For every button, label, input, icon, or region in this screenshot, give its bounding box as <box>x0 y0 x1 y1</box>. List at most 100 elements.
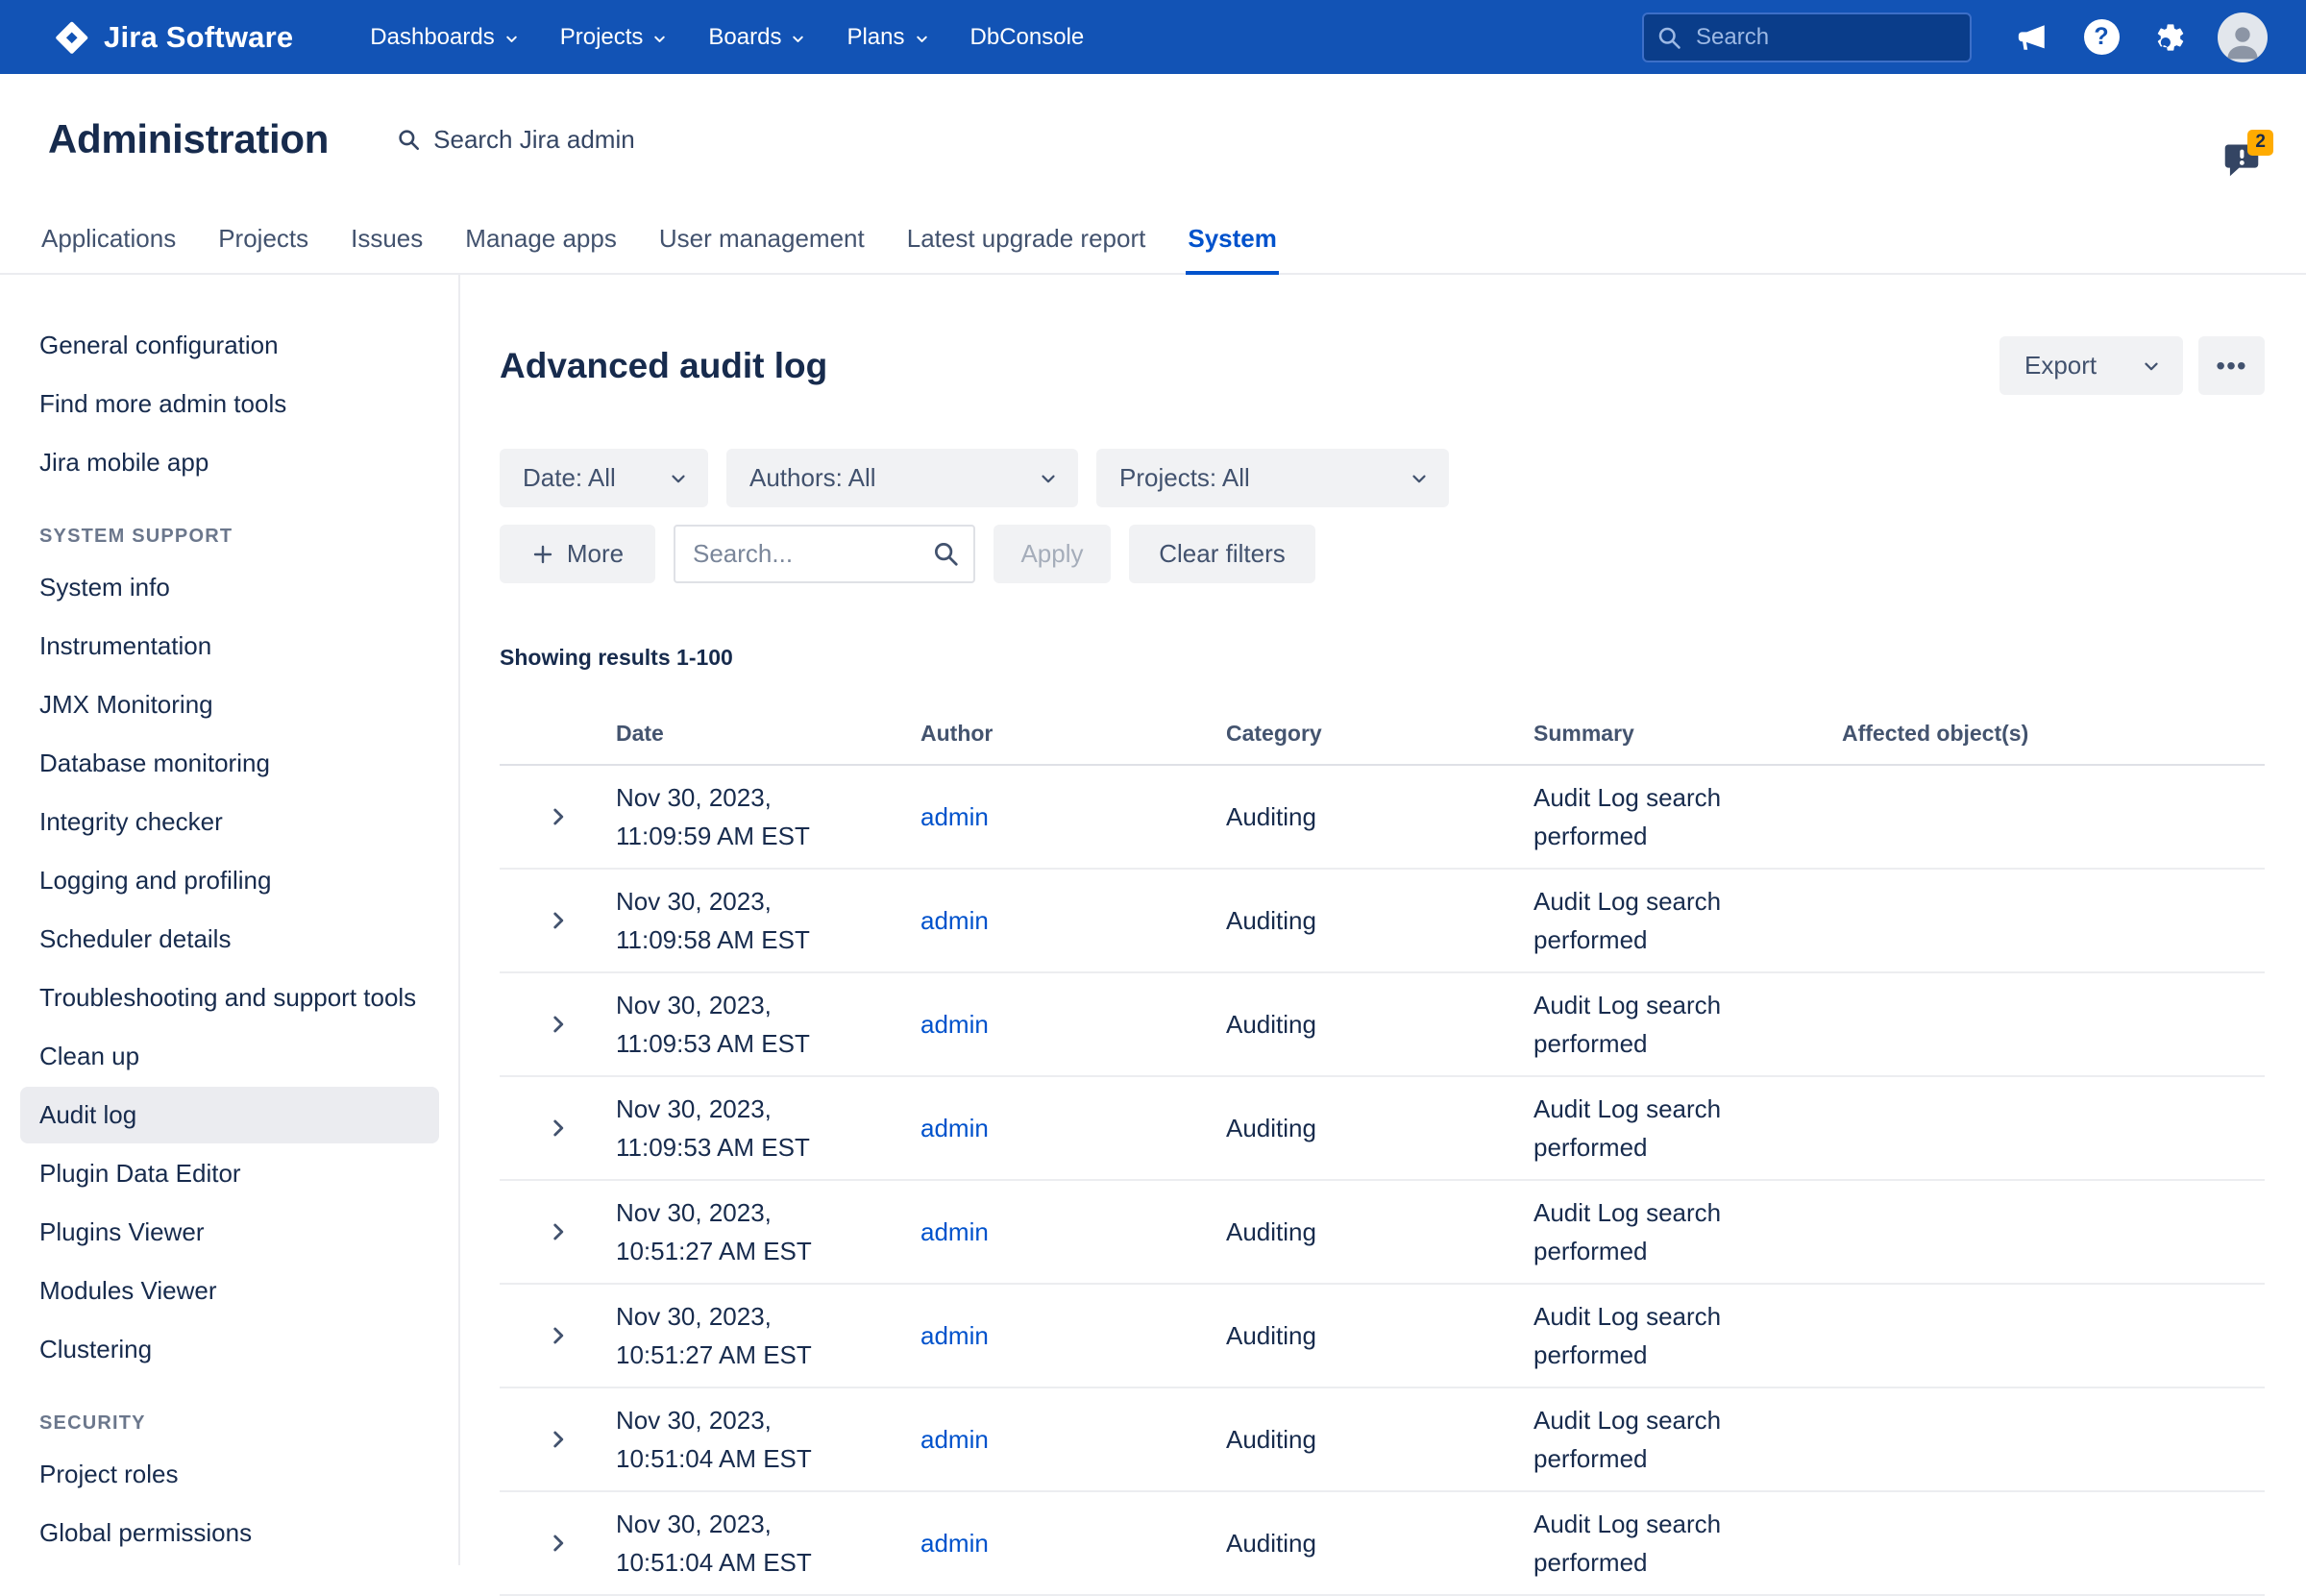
cell-date: Nov 30, 2023,10:51:27 AM EST <box>616 1193 920 1270</box>
more-filters-button[interactable]: More <box>500 525 655 583</box>
admin-tabs: Applications Projects Issues Manage apps Use… <box>0 224 2306 275</box>
tab-applications[interactable]: Applications <box>39 224 178 273</box>
chevron-right-icon <box>546 1012 571 1037</box>
projects-filter-dropdown[interactable]: Projects: All <box>1096 449 1449 507</box>
author-link[interactable]: admin <box>920 1425 989 1454</box>
admin-header: Administration Search Jira admin 2 <box>0 74 2306 162</box>
cell-summary: Audit Log search performed <box>1533 1505 1842 1582</box>
chevron-down-icon <box>651 31 668 47</box>
row-expand-button[interactable] <box>536 1314 580 1358</box>
help-button[interactable]: ? <box>2079 15 2123 60</box>
date-filter-label: Date: All <box>523 463 616 493</box>
nav-item-label: Plans <box>846 24 904 51</box>
sidebar-item-find-more-admin-tools[interactable]: Find more admin tools <box>20 376 439 432</box>
jira-home-link[interactable]: Jira Software <box>48 19 299 56</box>
row-expand-button[interactable] <box>536 1210 580 1254</box>
settings-button[interactable] <box>2148 15 2193 60</box>
column-header-affected-object-s: Affected object(s) <box>1842 721 2265 747</box>
tab-projects[interactable]: Projects <box>216 224 310 273</box>
nav-item-boards[interactable]: Boards <box>693 12 822 62</box>
date-filter-dropdown[interactable]: Date: All <box>500 449 708 507</box>
sidebar-item-jira-mobile-app[interactable]: Jira mobile app <box>20 434 439 491</box>
navbar-search-input[interactable] <box>1642 12 1972 62</box>
sidebar-item-clustering[interactable]: Clustering <box>20 1321 439 1378</box>
cell-date: Nov 30, 2023,11:09:53 AM EST <box>616 986 920 1063</box>
author-link[interactable]: admin <box>920 802 989 831</box>
cell-summary: Audit Log search performed <box>1533 986 1842 1063</box>
sidebar-item-project-roles[interactable]: Project roles <box>20 1446 439 1503</box>
author-link[interactable]: admin <box>920 1114 989 1142</box>
tab-user-management[interactable]: User management <box>657 224 867 273</box>
cell-author: admin <box>920 901 1226 940</box>
cell-category: Auditing <box>1226 1524 1533 1562</box>
audit-log-row: Nov 30, 2023,11:09:59 AM EST admin Audit… <box>500 766 2265 870</box>
sidebar-item-audit-log[interactable]: Audit log <box>20 1087 439 1143</box>
cell-category: Auditing <box>1226 1316 1533 1355</box>
sidebar-item-integrity-checker[interactable]: Integrity checker <box>20 794 439 850</box>
sidebar-item-system-info[interactable]: System info <box>20 559 439 616</box>
sidebar-item-logging-and-profiling[interactable]: Logging and profiling <box>20 852 439 909</box>
main-title: Advanced audit log <box>500 346 827 386</box>
header-actions: Export ••• <box>1999 336 2265 395</box>
nav-item-label: Projects <box>560 24 644 51</box>
sidebar-item-jmx-monitoring[interactable]: JMX Monitoring <box>20 676 439 733</box>
clear-filters-button[interactable]: Clear filters <box>1129 525 1315 583</box>
feedback-button[interactable]: 2 <box>2221 141 2262 181</box>
authors-filter-dropdown[interactable]: Authors: All <box>726 449 1078 507</box>
brand-name: Jira Software <box>104 20 293 55</box>
nav-item-dashboards[interactable]: Dashboards <box>355 12 534 62</box>
sidebar-item-plugin-data-editor[interactable]: Plugin Data Editor <box>20 1145 439 1202</box>
help-icon: ? <box>2084 19 2120 55</box>
nav-item-plans[interactable]: Plans <box>831 12 944 62</box>
sidebar-item-instrumentation[interactable]: Instrumentation <box>20 618 439 675</box>
cell-date: Nov 30, 2023,10:51:04 AM EST <box>616 1505 920 1582</box>
admin-search-link[interactable]: Search Jira admin <box>390 124 641 156</box>
apply-button[interactable]: Apply <box>994 525 1111 583</box>
cell-category: Auditing <box>1226 1213 1533 1251</box>
row-expand-button[interactable] <box>536 1002 580 1046</box>
sidebar-item-scheduler-details[interactable]: Scheduler details <box>20 911 439 968</box>
sidebar-item-general-configuration[interactable]: General configuration <box>20 317 439 374</box>
nav-item-projects[interactable]: Projects <box>545 12 684 62</box>
sidebar-item-global-permissions[interactable]: Global permissions <box>20 1505 439 1561</box>
author-link[interactable]: admin <box>920 1321 989 1350</box>
sidebar-item-plugins-viewer[interactable]: Plugins Viewer <box>20 1204 439 1261</box>
navbar-left: Jira Software Dashboards Projects Boards Pl… <box>48 12 1099 62</box>
filter-search-input[interactable] <box>674 525 975 583</box>
sidebar-item-clean-up[interactable]: Clean up <box>20 1028 439 1085</box>
cell-summary: Audit Log search performed <box>1533 882 1842 959</box>
nav-item-label: Boards <box>708 24 781 51</box>
sidebar: General configurationFind more admin too… <box>0 275 460 1565</box>
sidebar-item-troubleshooting-and-support-tools[interactable]: Troubleshooting and support tools <box>20 970 439 1026</box>
column-header-expand <box>500 721 616 747</box>
chevron-right-icon <box>546 804 571 829</box>
author-link[interactable]: admin <box>920 906 989 935</box>
table-body: Nov 30, 2023,11:09:59 AM EST admin Audit… <box>500 766 2265 1596</box>
row-expand-button[interactable] <box>536 1106 580 1150</box>
filter-search <box>674 525 975 583</box>
row-expand-button[interactable] <box>536 795 580 839</box>
export-button[interactable]: Export <box>1999 336 2183 395</box>
tab-issues[interactable]: Issues <box>349 224 425 273</box>
user-icon <box>2221 20 2264 62</box>
column-header-date: Date <box>616 721 920 747</box>
row-expand-button[interactable] <box>536 1521 580 1565</box>
announcements-button[interactable] <box>2010 15 2054 60</box>
chevron-down-icon <box>2141 356 2162 377</box>
author-link[interactable]: admin <box>920 1529 989 1558</box>
sidebar-item-database-monitoring[interactable]: Database monitoring <box>20 735 439 792</box>
user-avatar[interactable] <box>2218 12 2268 62</box>
gear-icon <box>2154 21 2187 54</box>
megaphone-icon <box>2016 21 2048 54</box>
tab-manage-apps[interactable]: Manage apps <box>463 224 619 273</box>
row-expand-button[interactable] <box>536 898 580 943</box>
row-expand-button[interactable] <box>536 1417 580 1461</box>
author-link[interactable]: admin <box>920 1010 989 1039</box>
sidebar-item-modules-viewer[interactable]: Modules Viewer <box>20 1263 439 1319</box>
top-navbar: Jira Software Dashboards Projects Boards Pl… <box>0 0 2306 74</box>
author-link[interactable]: admin <box>920 1217 989 1246</box>
nav-item-dbconsole[interactable]: DbConsole <box>955 12 1100 62</box>
tab-latest-upgrade-report[interactable]: Latest upgrade report <box>905 224 1148 273</box>
more-actions-button[interactable]: ••• <box>2198 336 2265 395</box>
tab-system[interactable]: System <box>1186 224 1279 275</box>
